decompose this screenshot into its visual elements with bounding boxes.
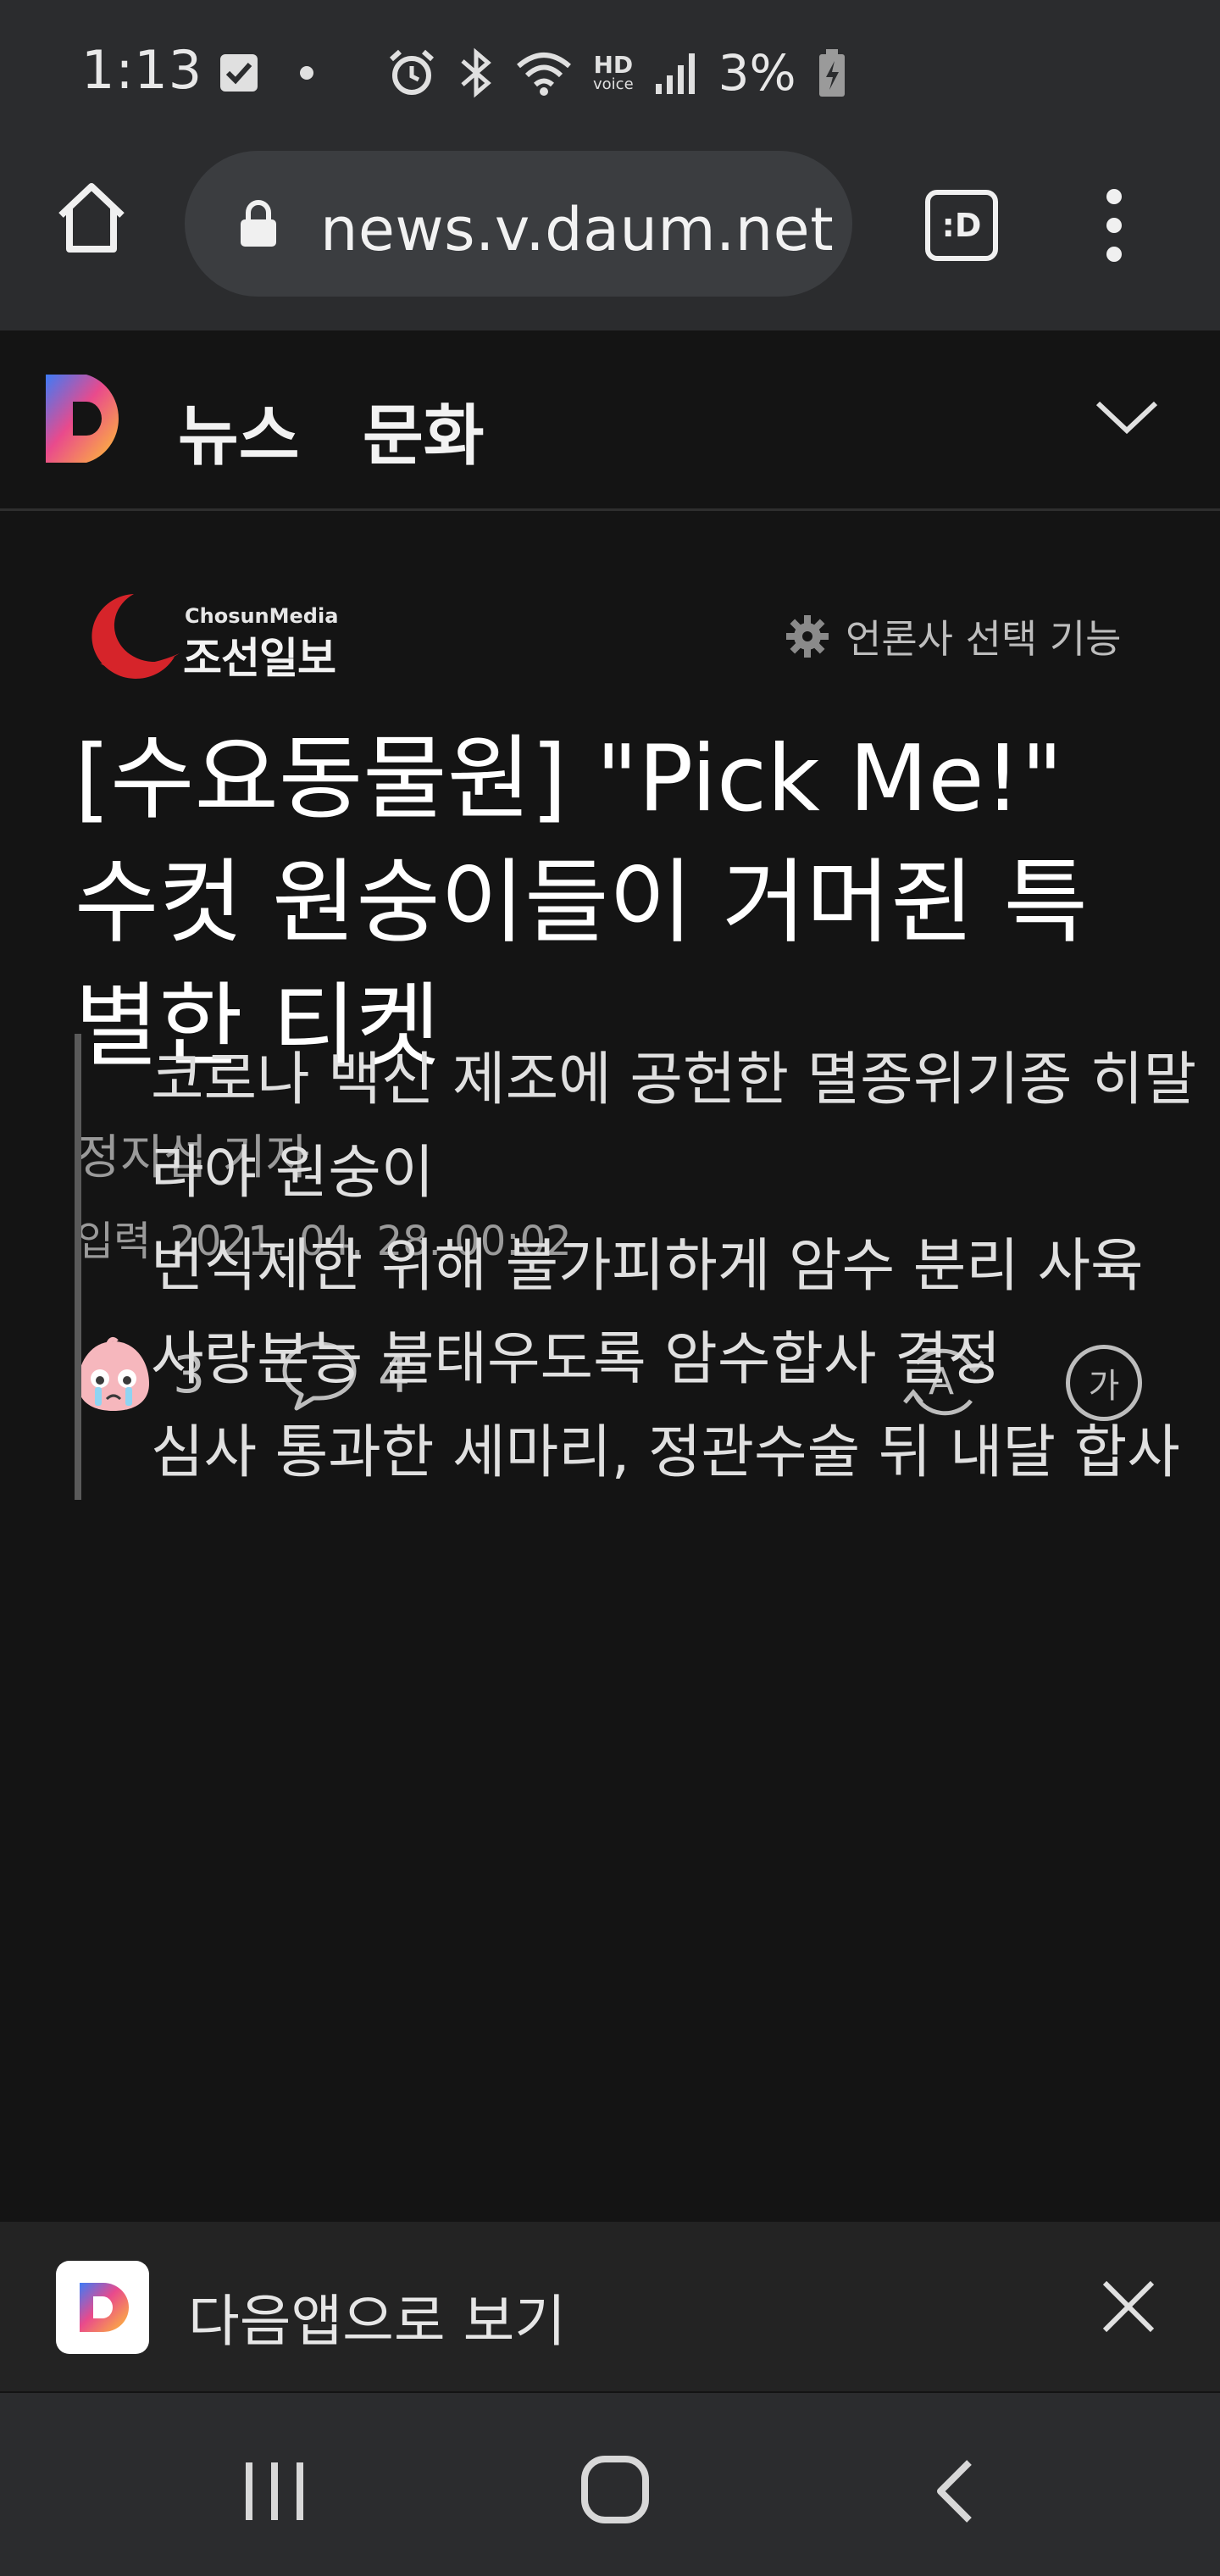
battery-charging-icon: [818, 49, 845, 97]
dot-icon: [300, 66, 313, 80]
signal-icon: [655, 53, 695, 94]
summary-line: 사랑본능 불태우도록 암수합사 결정: [151, 1326, 1001, 1393]
browser-toolbar: news.v.daum.net :D: [0, 144, 1220, 330]
alarm-icon: [389, 49, 435, 95]
recent-apps-icon[interactable]: [239, 2457, 310, 2525]
press-name-ko: 조선일보: [183, 634, 336, 683]
status-system-icons: HD voice 3%: [386, 44, 847, 102]
chevron-down-icon[interactable]: [1093, 390, 1161, 441]
wifi-icon: [517, 53, 571, 96]
gear-icon: [786, 615, 829, 658]
status-time: 1:13: [81, 39, 203, 101]
hd-badge-bottom: voice: [593, 75, 634, 93]
home-icon[interactable]: [53, 178, 130, 256]
url-text: news.v.daum.net: [320, 195, 835, 264]
status-notification-icons: [219, 47, 332, 98]
close-icon[interactable]: [1100, 2278, 1157, 2335]
daum-app-icon: [56, 2261, 149, 2354]
open-in-app-label: 다음앱으로 보기: [188, 2289, 567, 2354]
daum-app-logo-icon: [80, 2283, 129, 2332]
nav-culture[interactable]: 문화: [363, 383, 485, 478]
open-in-app-banner[interactable]: 다음앱으로 보기: [0, 2222, 1220, 2391]
tab-switcher-icon[interactable]: :D: [925, 190, 998, 261]
summary-line: 번식제한 위해 불가피하게 암수 분리 사육: [151, 1233, 1144, 1300]
home-nav-icon[interactable]: [580, 2454, 651, 2525]
hd-voice-icon: HD voice: [593, 53, 634, 92]
status-bar: 1:13 HD voice 3%: [0, 0, 1220, 144]
system-navigation-bar: [0, 2393, 1220, 2576]
hd-badge-top: HD: [593, 51, 634, 79]
press-select-button[interactable]: 언론사 선택 기능: [785, 611, 1121, 662]
more-vert-icon[interactable]: [1093, 183, 1135, 268]
article-summary: 코로나 백신 제조에 공헌한 멸종위기종 히말라야 원숭이 번식제한 위해 불가…: [75, 1034, 1218, 1500]
site-header: 뉴스 문화: [0, 330, 1220, 511]
press-logo[interactable]: ChosunMedia 조선일보: [75, 589, 363, 683]
back-icon[interactable]: [932, 2457, 976, 2525]
nav-news[interactable]: 뉴스: [178, 383, 300, 478]
press-select-label: 언론사 선택 기능: [846, 616, 1122, 662]
summary-line: 코로나 백신 제조에 공헌한 멸종위기종 히말라야 원숭이: [151, 1046, 1197, 1207]
chosun-swoosh-icon: [92, 594, 180, 679]
bluetooth-icon: [461, 47, 491, 98]
checkbox-notification-icon: [220, 54, 258, 92]
summary-line: 심사 통과한 세마리, 정관수술 뒤 내달 합사: [151, 1419, 1180, 1486]
daum-logo-icon[interactable]: [42, 371, 134, 466]
tab-switcher-label: :D: [941, 207, 982, 244]
battery-percent: 3%: [718, 44, 796, 102]
address-bar[interactable]: news.v.daum.net: [185, 151, 852, 297]
lock-icon: [241, 200, 276, 247]
